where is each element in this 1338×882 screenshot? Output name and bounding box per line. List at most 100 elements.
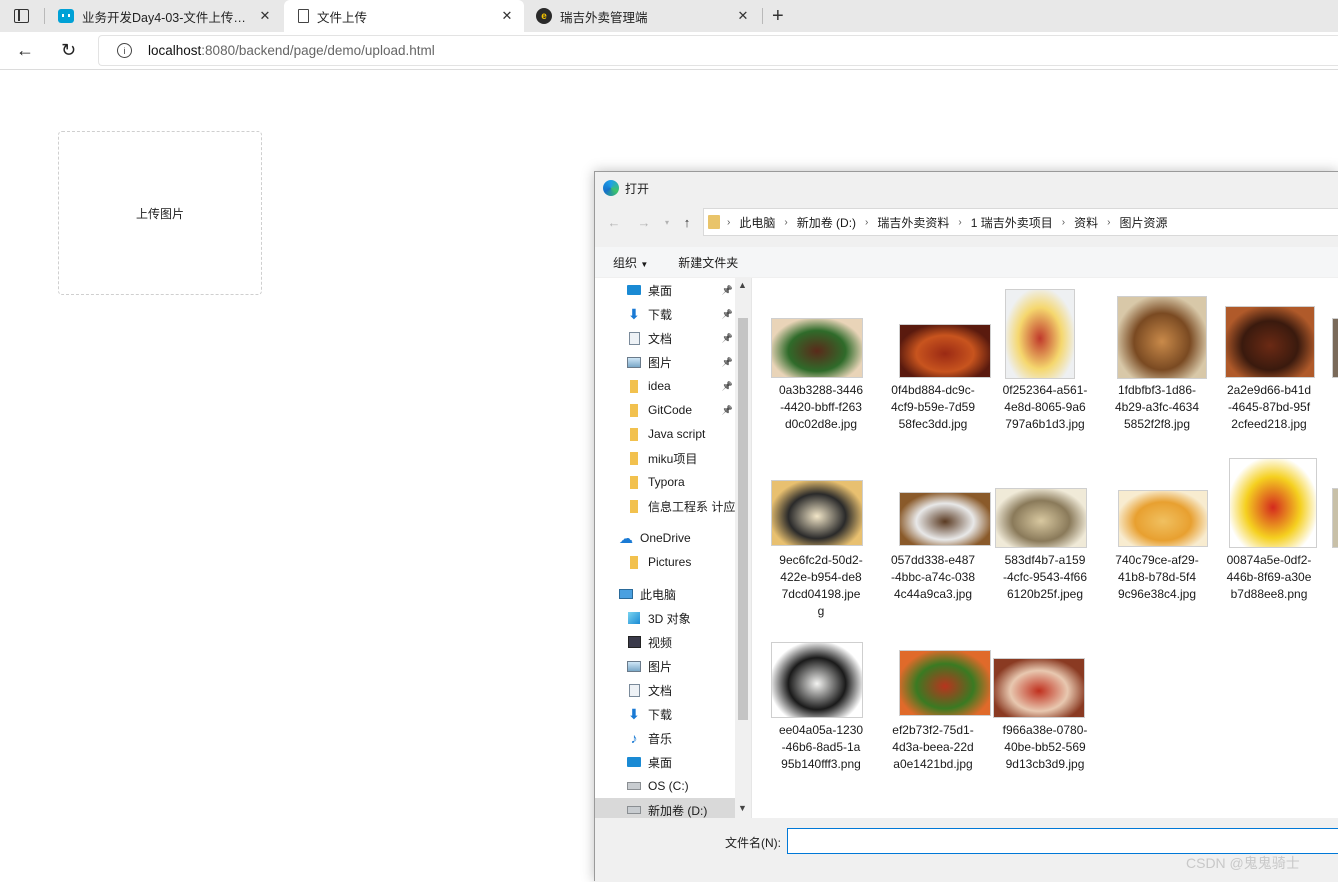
close-tab-icon[interactable]: ✕ — [736, 8, 750, 24]
new-folder-button[interactable]: 新建文件夹 — [648, 254, 738, 271]
folder-icon — [627, 499, 641, 513]
breadcrumb-item[interactable]: 资料 — [1074, 214, 1098, 231]
pin-icon: 📌 — [721, 308, 733, 319]
file-thumbnail[interactable] — [1332, 318, 1338, 378]
breadcrumb-item[interactable]: 1 瑞吉外卖项目 — [971, 214, 1053, 231]
upload-image-box[interactable]: 上传图片 — [58, 131, 262, 295]
url-field[interactable]: i localhost:8080/backend/page/demo/uploa… — [98, 35, 1338, 66]
refresh-icon[interactable]: ↻ — [61, 40, 76, 60]
nav-item[interactable]: GitCode 📌 — [595, 398, 735, 422]
nav-item[interactable]: OS (C:) — [595, 774, 735, 798]
nav-item[interactable]: 文档 — [595, 678, 735, 702]
info-icon[interactable]: i — [117, 43, 132, 58]
scrollbar-thumb[interactable] — [738, 318, 748, 720]
nav-item-label: idea — [648, 379, 671, 393]
scroll-down-icon[interactable]: ▼ — [738, 803, 747, 813]
file-thumbnail[interactable] — [1332, 488, 1338, 548]
cube-icon — [627, 611, 641, 625]
file-thumbnail[interactable] — [899, 492, 991, 546]
desktop-icon — [627, 283, 641, 297]
file-thumbnail[interactable] — [993, 658, 1085, 718]
close-tab-icon[interactable]: ✕ — [500, 8, 514, 24]
file-name-line: -46b6-8ad5-1a — [781, 740, 861, 754]
tab-actions-icon[interactable] — [14, 9, 29, 23]
file-thumbnail[interactable] — [771, 318, 863, 378]
nav-item[interactable]: ♪ 音乐 — [595, 726, 735, 750]
file-name: f966a38e-0780- 40be-bb52-569 9d13cb3d9.jpg — [989, 722, 1101, 773]
nav-item[interactable]: 3D 对象 — [595, 606, 735, 630]
breadcrumb[interactable]: › 此电脑 › 新加卷 (D:) › 瑞吉外卖资料 › 1 瑞吉外卖项目 › 资… — [703, 208, 1338, 236]
file-thumbnail[interactable] — [1117, 296, 1207, 379]
breadcrumb-item[interactable]: 新加卷 (D:) — [797, 214, 856, 231]
nav-item[interactable]: 图片 — [595, 654, 735, 678]
drive-icon — [627, 803, 641, 817]
organize-button[interactable]: 组织 ▼ — [595, 254, 648, 271]
back-icon[interactable]: ← — [16, 40, 34, 60]
file-thumbnail[interactable] — [1005, 289, 1075, 379]
tab-file-upload[interactable]: 文件上传 ✕ — [284, 0, 524, 32]
file-name-line: 95b140fff3.png — [781, 757, 861, 771]
forward-icon[interactable]: → — [636, 214, 652, 230]
nav-item[interactable]: ☁ OneDrive — [595, 526, 735, 550]
file-thumbnail[interactable] — [1229, 458, 1317, 548]
tab-bilibili[interactable]: 业务开发Day4-03-文件上传下载 ✕ — [48, 0, 282, 32]
dialog-titlebar: 打开 — [603, 179, 649, 197]
watermark: CSDN @鬼鬼骑士 — [1186, 855, 1300, 871]
file-thumbnail[interactable] — [899, 324, 991, 378]
breadcrumb-item[interactable]: 瑞吉外卖资料 — [877, 214, 949, 231]
nav-item[interactable]: 桌面 — [595, 750, 735, 774]
chevron-down-icon[interactable]: ▾ — [659, 214, 675, 230]
nav-item[interactable]: 桌面 📌 — [595, 278, 735, 302]
nav-item[interactable]: idea 📌 — [595, 374, 735, 398]
nav-item-label: 信息工程系 计应 — [648, 499, 736, 514]
file-thumbnail[interactable] — [771, 480, 863, 546]
nav-item[interactable]: Pictures — [595, 550, 735, 574]
file-thumbnail[interactable] — [995, 488, 1087, 548]
file-name-line: d0c02d8e.jpg — [784, 417, 858, 431]
nav-item[interactable]: 新加卷 (D:) — [595, 798, 735, 818]
video-icon — [627, 635, 641, 649]
nav-item[interactable]: 此电脑 — [595, 582, 735, 606]
nav-item[interactable]: miku项目 — [595, 446, 735, 470]
nav-item[interactable]: Java script — [595, 422, 735, 446]
tab-reggie-admin[interactable]: e 瑞吉外卖管理端 ✕ — [526, 0, 760, 32]
filename-label: 文件名(N): — [725, 836, 781, 850]
nav-item[interactable]: ⬇ 下载 — [595, 702, 735, 726]
breadcrumb-item[interactable]: 图片资源 — [1119, 214, 1167, 231]
nav-item-label: Typora — [648, 475, 685, 489]
nav-item[interactable]: 信息工程系 计应 — [595, 494, 735, 518]
file-list: 0a3b3288-3446 -4420-bbff-f263 d0c02d8e.jpg… — [751, 278, 1338, 818]
back-icon[interactable]: ← — [606, 214, 622, 230]
nav-item-label: 音乐 — [648, 731, 673, 746]
nav-item[interactable]: 图片 📌 — [595, 350, 735, 374]
up-icon[interactable]: ↑ — [679, 214, 695, 230]
filename-input[interactable] — [787, 828, 1338, 854]
file-thumbnail[interactable] — [899, 650, 991, 716]
file-name-line: 5852f2f8.jpg — [1123, 417, 1191, 431]
breadcrumb-item[interactable]: 此电脑 — [739, 214, 775, 231]
file-thumbnail[interactable] — [1118, 490, 1208, 547]
nav-item[interactable]: 视频 — [595, 630, 735, 654]
file-name-line: 40be-bb52-569 — [1004, 740, 1086, 754]
file-name-line: 00874a5e-0df2- — [1226, 553, 1312, 567]
dialog-title: 打开 — [625, 181, 650, 196]
address-bar: ← ↻ i localhost:8080/backend/page/demo/u… — [0, 32, 1338, 70]
nav-item-label: OneDrive — [640, 531, 691, 545]
tab-title: 瑞吉外卖管理端 — [560, 10, 648, 25]
file-name: 0a3b3288-3446 -4420-bbff-f263 d0c02d8e.jpg — [765, 382, 877, 433]
document-icon — [627, 683, 641, 697]
file-thumbnail[interactable] — [771, 642, 863, 718]
picture-icon — [627, 355, 641, 369]
nav-item[interactable]: Typora — [595, 470, 735, 494]
file-thumbnail[interactable] — [1225, 306, 1315, 378]
file-name-line: 6120b25f.jpeg — [1006, 587, 1084, 601]
nav-item[interactable]: ⬇ 下载 📌 — [595, 302, 735, 326]
file-name-line: g — [817, 604, 825, 618]
nav-scrollbar[interactable]: ▲ ▼ — [735, 278, 751, 818]
new-tab-icon[interactable]: + — [772, 6, 784, 26]
close-tab-icon[interactable]: ✕ — [258, 8, 272, 24]
download-icon: ⬇ — [628, 705, 640, 722]
scroll-up-icon[interactable]: ▲ — [738, 280, 747, 290]
folder-icon — [627, 451, 641, 465]
nav-item[interactable]: 文档 📌 — [595, 326, 735, 350]
